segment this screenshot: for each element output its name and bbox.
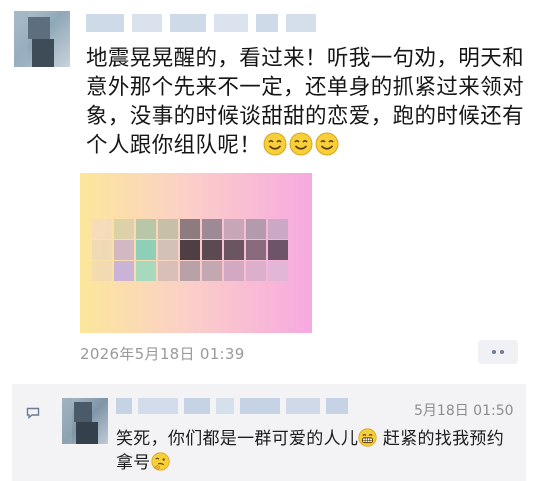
smile-emoji — [263, 132, 287, 156]
smile-emoji — [289, 132, 313, 156]
pixelated-text — [92, 219, 304, 281]
poster-avatar[interactable] — [14, 11, 70, 67]
comment-time: 5月18日 01:50 — [414, 403, 514, 419]
grin-emoji — [358, 428, 377, 447]
comment-icon — [26, 404, 40, 419]
smile-emoji — [315, 132, 339, 156]
dot-icon — [492, 350, 496, 354]
post-text: 地震晃晃醒的，看过来！听我一句劝，明天和意外那个先来不一定，还单身的抓紧过来领对… — [86, 44, 526, 160]
thinking-emoji — [151, 452, 170, 471]
more-actions-button[interactable] — [478, 340, 518, 364]
dot-icon — [500, 350, 504, 354]
post-image[interactable] — [80, 173, 312, 333]
comment-text-part1: 笑死，你们都是一群可爱的人儿 — [116, 429, 359, 449]
post-timestamp: 2026年5月18日 01:39 — [80, 345, 245, 363]
comment-text: 笑死，你们都是一群可爱的人儿 赶紧的找我预约拿号 — [116, 427, 516, 475]
commenter-avatar[interactable] — [62, 398, 108, 444]
comment-section: 5月18日 01:50 笑死，你们都是一群可爱的人儿 赶紧的找我预约拿号 — [12, 384, 526, 481]
